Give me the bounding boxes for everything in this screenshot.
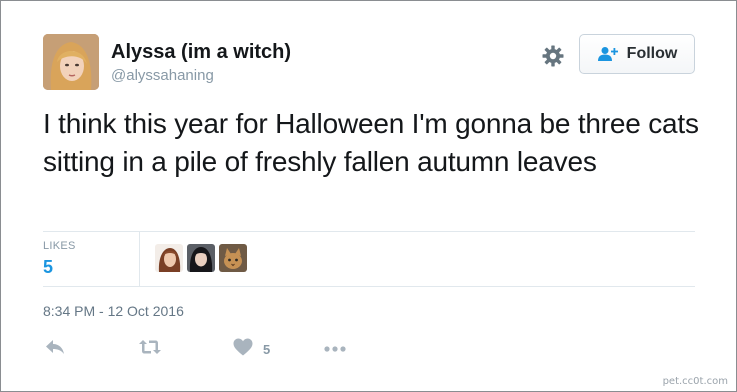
more-options-button[interactable] bbox=[323, 338, 347, 360]
divider-bottom bbox=[43, 286, 695, 287]
retweet-button[interactable] bbox=[138, 338, 162, 360]
reply-icon bbox=[45, 339, 65, 360]
retweet-icon bbox=[138, 339, 162, 360]
stats-divider bbox=[139, 232, 140, 286]
tweet-timestamp[interactable]: 8:34 PM - 12 Oct 2016 bbox=[43, 303, 184, 319]
follow-button-label: Follow bbox=[626, 45, 678, 62]
liker-avatar[interactable] bbox=[155, 244, 183, 272]
liker-avatar[interactable] bbox=[187, 244, 215, 272]
user-handle[interactable]: @alyssahaning bbox=[111, 67, 214, 84]
heart-icon bbox=[233, 338, 253, 361]
add-user-icon bbox=[597, 46, 619, 62]
user-avatar[interactable] bbox=[43, 34, 99, 90]
like-count: 5 bbox=[263, 341, 271, 357]
user-display-name[interactable]: Alyssa (im a witch) bbox=[111, 41, 291, 64]
reply-button[interactable] bbox=[45, 338, 65, 360]
like-button[interactable]: 5 bbox=[233, 338, 270, 360]
watermark: pet.cc0t.com bbox=[662, 376, 728, 387]
tweet-card: Alyssa (im a witch) @alyssahaning Follow… bbox=[0, 0, 737, 392]
liker-avatar[interactable] bbox=[219, 244, 247, 272]
gear-icon[interactable] bbox=[541, 44, 565, 68]
divider-top bbox=[43, 231, 695, 232]
likes-count[interactable]: 5 bbox=[43, 257, 53, 278]
tweet-text: I think this year for Halloween I'm gonn… bbox=[43, 108, 699, 177]
follow-button[interactable]: Follow bbox=[579, 34, 695, 74]
more-dots-icon bbox=[323, 340, 347, 358]
likes-label: LIKES bbox=[43, 240, 76, 252]
